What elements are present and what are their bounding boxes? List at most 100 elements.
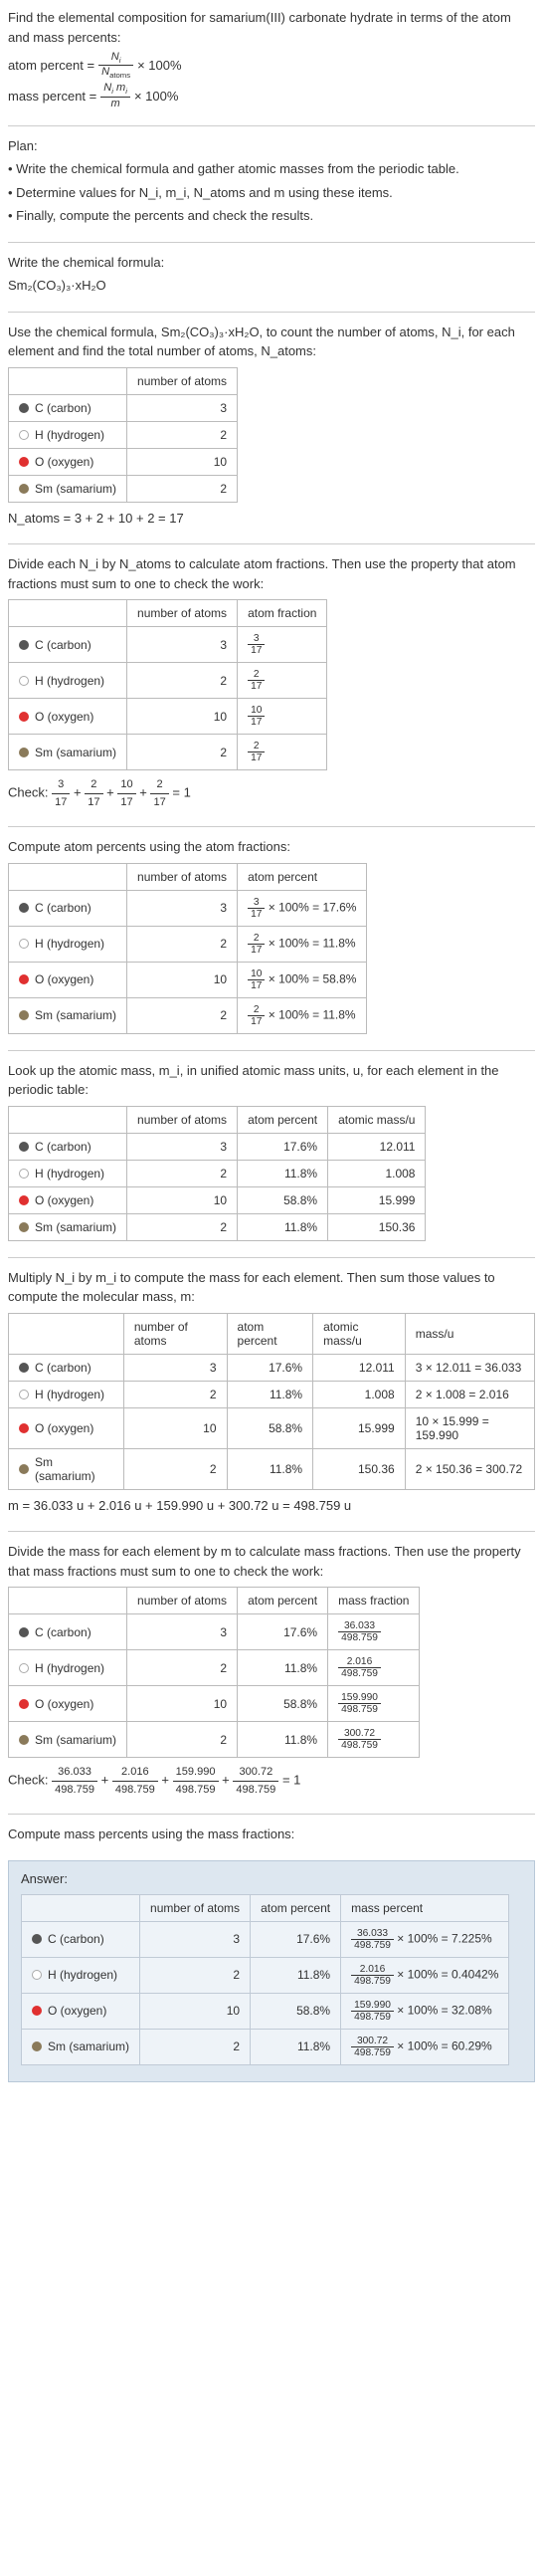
oxygen-icon [32, 2006, 42, 2016]
element-label: O (oxygen) [35, 455, 93, 469]
table-row: Sm (samarium)2217 [9, 735, 327, 770]
element-label: Sm (samarium) [35, 1733, 116, 1747]
count-atoms-section: Use the chemical formula, Sm₂(CO₃)₃·xH₂O… [8, 322, 535, 529]
cell-value: 2 [127, 1160, 238, 1186]
cell-value: 11.8% [227, 1448, 313, 1489]
cell-value: 2 [123, 1381, 227, 1407]
hydrogen-icon [19, 1663, 29, 1673]
divider [8, 125, 535, 126]
table-row: O (oxygen)10 [9, 448, 238, 475]
plan-bullet: • Finally, compute the percents and chec… [8, 206, 535, 226]
cell-value: 11.8% [238, 1722, 328, 1758]
cell-value: 10 [127, 699, 238, 735]
mass-fractions-table: number of atomsatom percentmass fraction… [8, 1587, 420, 1758]
cell-value: 2 [123, 1448, 227, 1489]
cell-value: 2 [140, 1957, 251, 1993]
col-atom-percent: atom percent [238, 1106, 328, 1133]
mass-fractions-check: Check: 36.033498.759 + 2.016498.759 + 15… [8, 1764, 535, 1798]
answer-label: Answer: [21, 1871, 522, 1886]
cell-value: 3 [140, 1921, 251, 1957]
element-label: H (hydrogen) [35, 1167, 104, 1181]
atom-fractions-table: number of atomsatom fraction C (carbon)3… [8, 599, 327, 770]
samarium-icon [19, 1735, 29, 1745]
check-label: Check: [8, 785, 48, 800]
element-label: H (hydrogen) [35, 937, 104, 951]
cell-value: 58.8% [251, 1993, 341, 2029]
samarium-icon [19, 1464, 29, 1474]
atom-percent-label: atom percent = [8, 58, 94, 73]
oxygen-icon [19, 1423, 29, 1433]
carbon-icon [19, 1142, 29, 1152]
divider [8, 1050, 535, 1051]
cell-value: 58.8% [238, 1186, 328, 1213]
cell-value: 1.008 [313, 1381, 406, 1407]
divider [8, 1814, 535, 1815]
cell-value: 15.999 [328, 1186, 426, 1213]
mass-fractions-text: Divide the mass for each element by m to… [8, 1542, 535, 1581]
col-atom-percent: atom percent [251, 1894, 341, 1921]
atom-fractions-check: Check: 317 + 217 + 1017 + 217 = 1 [8, 776, 535, 810]
cell-value: 150.36 [328, 1213, 426, 1240]
cell-value: 2 × 1.008 = 2.016 [405, 1381, 534, 1407]
element-label: Sm (samarium) [48, 2039, 129, 2053]
atom-percent-formula: atom percent = Ni Natoms × 100% [8, 51, 535, 80]
element-label: H (hydrogen) [35, 1661, 104, 1675]
divider [8, 242, 535, 243]
mass-each-text: Multiply N_i by m_i to compute the mass … [8, 1268, 535, 1307]
cell-value: 58.8% [238, 1686, 328, 1722]
cell-percent: 1017 × 100% = 58.8% [238, 962, 367, 997]
element-label: Sm (samarium) [35, 482, 116, 496]
write-formula-section: Write the chemical formula: Sm₂(CO₃)₃·xH… [8, 253, 535, 296]
cell-value: 2 [127, 475, 238, 502]
col-mass-fraction: mass fraction [328, 1588, 420, 1614]
cell-fraction: 1017 [238, 699, 327, 735]
table-row: C (carbon)3317 × 100% = 17.6% [9, 890, 367, 926]
cell-value: 10 [127, 1186, 238, 1213]
table-row: O (oxygen)101017 × 100% = 58.8% [9, 962, 367, 997]
cell-value: 17.6% [251, 1921, 341, 1957]
element-label: C (carbon) [35, 1140, 91, 1154]
table-row: O (oxygen)1058.8%159.990498.759 [9, 1686, 420, 1722]
cell-value: 2 [127, 421, 238, 448]
table-row: Sm (samarium)211.8%150.36 [9, 1213, 426, 1240]
mass-fractions-section: Divide the mass for each element by m to… [8, 1542, 535, 1798]
cell-value: 11.8% [238, 1650, 328, 1686]
plan-section: Plan: • Write the chemical formula and g… [8, 136, 535, 226]
element-label: H (hydrogen) [35, 674, 104, 688]
col-number-of-atoms: number of atoms [123, 1313, 227, 1354]
table-row: Sm (samarium)211.8%300.72498.759 × 100% … [22, 2029, 509, 2064]
count-atoms-text: Use the chemical formula, Sm₂(CO₃)₃·xH₂O… [8, 322, 535, 361]
cell-value: 11.8% [251, 1957, 341, 1993]
carbon-icon [19, 1627, 29, 1637]
intro-text: Find the elemental composition for samar… [8, 8, 535, 47]
cell-fraction: 217 [238, 663, 327, 699]
element-label: Sm (samarium) [35, 1008, 116, 1022]
element-label: C (carbon) [35, 638, 91, 652]
cell-value: 1.008 [328, 1160, 426, 1186]
carbon-icon [19, 903, 29, 913]
table-row: Sm (samarium)2217 × 100% = 11.8% [9, 997, 367, 1033]
cell-value: 2 [127, 1650, 238, 1686]
col-number-of-atoms: number of atoms [127, 600, 238, 627]
col-atom-percent: atom percent [238, 863, 367, 890]
col-number-of-atoms: number of atoms [127, 1588, 238, 1614]
element-label: O (oxygen) [35, 1421, 93, 1435]
cell-value: 3 [127, 1614, 238, 1650]
cell-value: 17.6% [238, 1133, 328, 1160]
write-formula-heading: Write the chemical formula: [8, 253, 535, 273]
table-row: H (hydrogen)2217 × 100% = 11.8% [9, 926, 367, 962]
fraction: Ni mi m [100, 82, 130, 108]
mass-percent-formula: mass percent = Ni mi m × 100% [8, 82, 535, 108]
atom-percents-section: Compute atom percents using the atom fra… [8, 837, 535, 1034]
table-row: C (carbon)317.6%36.033498.759 [9, 1614, 420, 1650]
intro-section: Find the elemental composition for samar… [8, 8, 535, 109]
cell-value: 11.8% [227, 1381, 313, 1407]
col-atomic-mass: atomic mass/u [328, 1106, 426, 1133]
cell-value: 17.6% [227, 1354, 313, 1381]
cell-value: 2 [140, 2029, 251, 2064]
cell-value: 2 [127, 663, 238, 699]
samarium-icon [19, 748, 29, 757]
cell-fraction: 159.990498.759 [328, 1686, 420, 1722]
cell-value: 2 [127, 926, 238, 962]
atom-fractions-text: Divide each N_i by N_atoms to calculate … [8, 554, 535, 593]
